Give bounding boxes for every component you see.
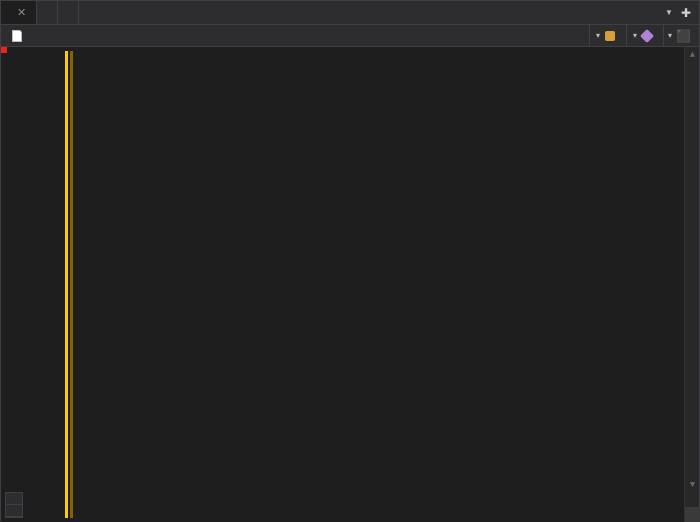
member-selector[interactable]: ▾ bbox=[626, 25, 663, 46]
scope-selector[interactable] bbox=[5, 25, 33, 46]
promote-tab-button[interactable]: ✚ bbox=[681, 6, 691, 20]
glyph-margin bbox=[1, 47, 19, 522]
outline-margin bbox=[65, 47, 83, 522]
file-tab[interactable] bbox=[37, 1, 58, 24]
code-editor[interactable]: ▲ ▼ bbox=[1, 47, 699, 522]
navigation-bar: ▾ ▾ ▾ ⬛ bbox=[1, 25, 699, 47]
split-pane-button[interactable]: ▾ ⬛ bbox=[663, 25, 695, 46]
vertical-scrollbar[interactable]: ▲ ▼ bbox=[684, 47, 699, 522]
modified-indicator bbox=[65, 51, 68, 518]
project-icon bbox=[12, 30, 22, 42]
file-tab[interactable]: ✕ bbox=[1, 1, 37, 24]
file-tab[interactable] bbox=[58, 1, 79, 24]
saved-indicator bbox=[70, 51, 73, 518]
scroll-up-icon[interactable]: ▲ bbox=[685, 47, 700, 62]
method-icon bbox=[640, 28, 654, 42]
split-handle[interactable] bbox=[685, 507, 700, 522]
chevron-down-icon: ▾ bbox=[633, 31, 637, 40]
close-icon[interactable]: ✕ bbox=[17, 6, 26, 19]
code-area[interactable] bbox=[83, 47, 699, 522]
line-number-gutter bbox=[19, 47, 65, 522]
scroll-down-icon[interactable]: ▼ bbox=[685, 477, 700, 492]
outline-toggle[interactable] bbox=[5, 492, 23, 518]
tab-overflow-button[interactable]: ▼ bbox=[665, 8, 673, 17]
split-icon: ⬛ bbox=[676, 29, 691, 43]
type-selector[interactable]: ▾ bbox=[589, 25, 626, 46]
tab-bar: ✕ ▼ ✚ bbox=[1, 1, 699, 25]
class-icon bbox=[605, 31, 615, 41]
chevron-down-icon: ▾ bbox=[596, 31, 600, 40]
